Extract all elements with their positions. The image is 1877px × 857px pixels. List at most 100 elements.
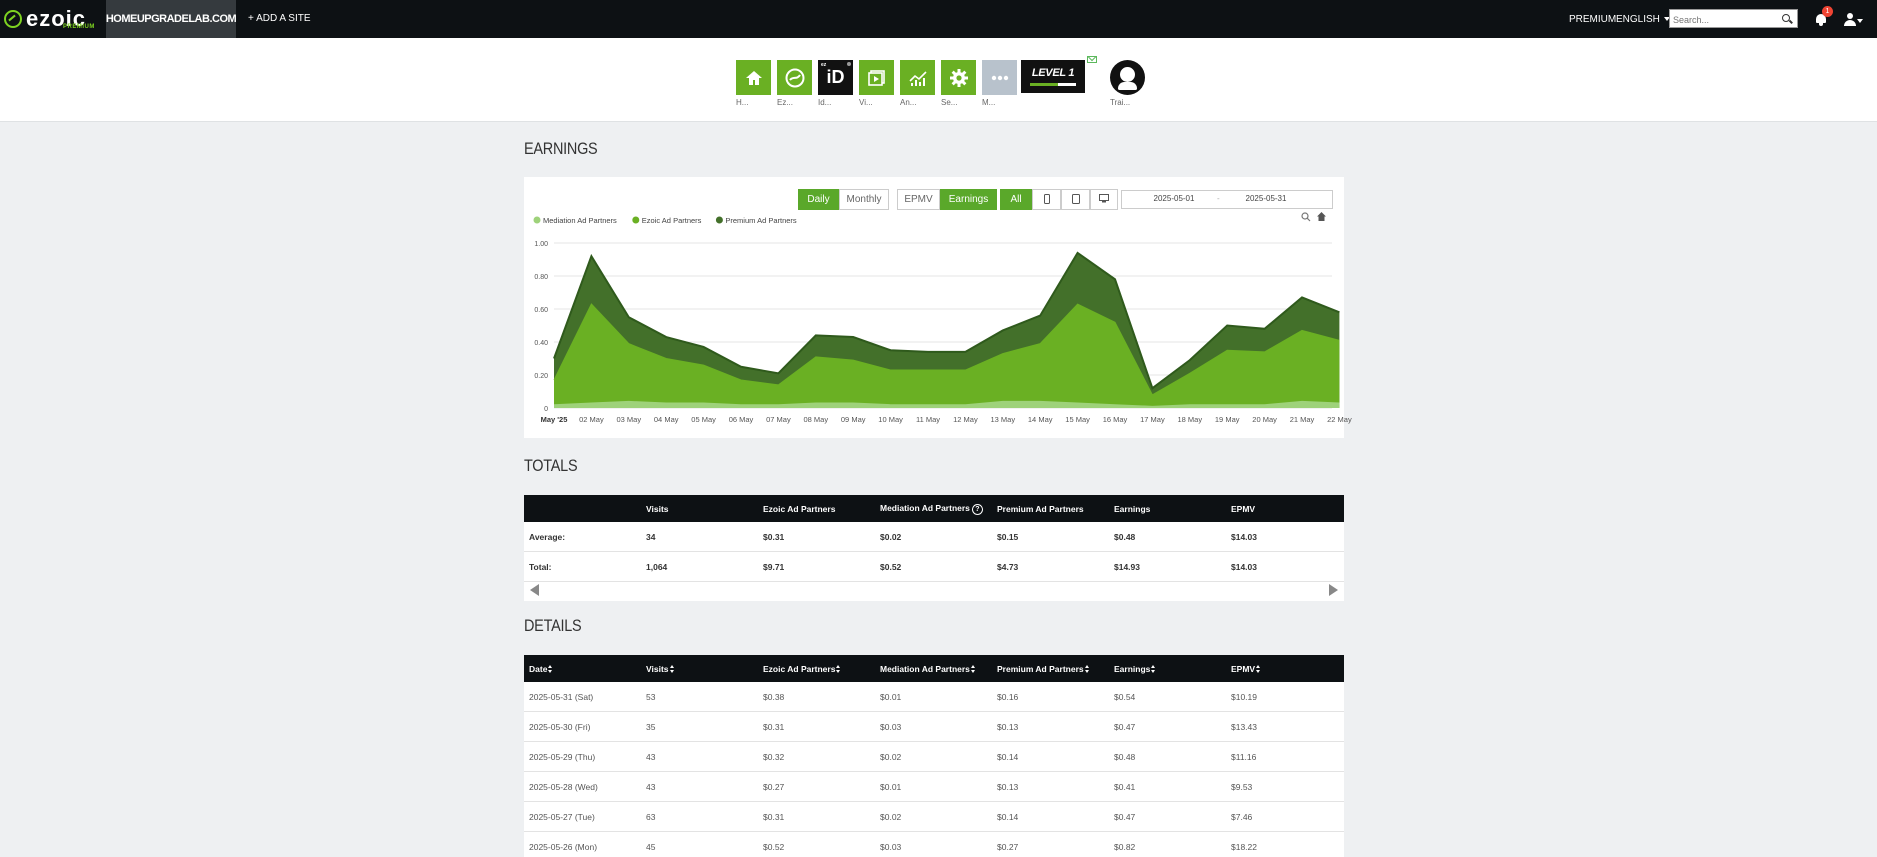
legend-label[interactable]: Ezoic Ad Partners bbox=[642, 216, 702, 225]
earnings-heading: EARNINGS bbox=[524, 139, 598, 158]
details-sort-header[interactable]: Visits bbox=[641, 655, 758, 682]
row-cell: $0.38 bbox=[758, 682, 875, 712]
app-identity[interactable]: ez iD Id... bbox=[818, 60, 853, 107]
y-tick-label: 1.00 bbox=[534, 241, 548, 248]
row-cell: $0.03 bbox=[875, 711, 992, 742]
details-sort-header[interactable]: Ezoic Ad Partners bbox=[758, 655, 875, 682]
app-label: Se... bbox=[941, 98, 958, 107]
row-cell: $0.13 bbox=[992, 771, 1109, 802]
app-ezoic[interactable]: Ez... bbox=[777, 60, 812, 107]
home-icon bbox=[745, 70, 762, 85]
totals-cell: $4.73 bbox=[992, 551, 1109, 582]
totals-cell: $0.48 bbox=[1109, 522, 1226, 552]
legend-label[interactable]: Premium Ad Partners bbox=[725, 216, 797, 225]
row-cell: $11.16 bbox=[1226, 741, 1344, 772]
totals-row: Average: 34 $0.31 $0.02 $0.15 $0.48 $14.03 bbox=[524, 522, 1344, 552]
premium-link[interactable]: PREMIUM bbox=[1569, 14, 1616, 25]
x-tick-label: 16 May bbox=[1103, 415, 1128, 424]
ezoic-swirl-icon bbox=[785, 68, 804, 87]
language-dropdown[interactable]: ENGLISH bbox=[1616, 14, 1670, 25]
legend-marker bbox=[632, 216, 640, 224]
row-cell: $18.22 bbox=[1226, 831, 1344, 857]
details-header-label: Ezoic Ad Partners bbox=[763, 663, 836, 674]
totals-table: Visits Ezoic Ad Partners Mediation Ad Pa… bbox=[524, 495, 1344, 582]
row-cell: $13.43 bbox=[1226, 711, 1344, 742]
app-settings[interactable]: Se... bbox=[941, 60, 976, 107]
ezoic-logo[interactable]: ezoic PREMIUM bbox=[4, 5, 94, 33]
row-cell: 45 bbox=[641, 831, 758, 857]
user-menu-icon[interactable] bbox=[1843, 13, 1863, 27]
level-badge[interactable]: LEVEL 1 bbox=[1021, 60, 1085, 93]
table-row: 2025-05-29 (Thu) 43 $0.32 $0.02 $0.14 $0.48 $1… bbox=[524, 741, 1344, 772]
app-trainer[interactable]: Trai... bbox=[1110, 60, 1145, 107]
x-tick-label: 21 May bbox=[1290, 415, 1315, 424]
app-home[interactable]: H... bbox=[736, 60, 771, 107]
table-row: 2025-05-26 (Mon) 45 $0.52 $0.03 $0.27 $0.82 $1… bbox=[524, 831, 1344, 857]
mail-icon[interactable] bbox=[1087, 56, 1097, 63]
row-cell: $7.46 bbox=[1226, 801, 1344, 832]
legend-marker bbox=[533, 216, 541, 224]
totals-header-epmv: EPMV bbox=[1226, 495, 1344, 522]
app-label: Trai... bbox=[1110, 98, 1131, 107]
x-tick-label: 06 May bbox=[729, 415, 754, 424]
row-cell: $9.53 bbox=[1226, 771, 1344, 802]
x-tick-label: 12 May bbox=[953, 415, 978, 424]
totals-cell: $14.03 bbox=[1226, 551, 1344, 582]
legend-marker bbox=[715, 216, 723, 224]
details-sort-header[interactable]: EPMV bbox=[1226, 655, 1344, 682]
totals-cell: 34 bbox=[641, 522, 758, 552]
legend-label[interactable]: Mediation Ad Partners bbox=[543, 216, 617, 225]
site-selector-tab[interactable]: HOMEUPGRADELAB.COM bbox=[106, 0, 237, 38]
y-tick-label: 0 bbox=[544, 406, 548, 413]
details-header-label: Visits bbox=[646, 663, 669, 674]
totals-cell: $14.03 bbox=[1226, 522, 1344, 552]
details-sort-header[interactable]: Earnings bbox=[1109, 655, 1226, 682]
app-label: Vi... bbox=[859, 98, 873, 107]
totals-header-premium: Premium Ad Partners bbox=[992, 495, 1109, 522]
totals-header-row: Visits Ezoic Ad Partners Mediation Ad Pa… bbox=[524, 495, 1344, 522]
search-box bbox=[1669, 9, 1798, 29]
app-launcher-bar: H... Ez... ez iD Id... Vi... An... Se... … bbox=[0, 38, 1877, 122]
x-tick-label: 03 May bbox=[616, 415, 641, 424]
scroll-left-arrow-icon[interactable] bbox=[530, 584, 539, 596]
row-cell: 53 bbox=[641, 682, 758, 712]
totals-cell: 1,064 bbox=[641, 551, 758, 582]
row-cell: 43 bbox=[641, 771, 758, 802]
analytics-icon bbox=[908, 70, 927, 86]
row-cell: $0.31 bbox=[758, 801, 875, 832]
app-label: Id... bbox=[818, 98, 832, 107]
row-cell: $0.41 bbox=[1109, 771, 1226, 802]
app-label: Ez... bbox=[777, 98, 794, 107]
scroll-right-arrow-icon[interactable] bbox=[1329, 584, 1338, 596]
trainer-avatar bbox=[1110, 60, 1145, 95]
search-input[interactable] bbox=[1670, 11, 1776, 29]
details-sort-header[interactable]: Mediation Ad Partners bbox=[875, 655, 992, 682]
row-cell: $0.01 bbox=[875, 771, 992, 802]
app-more[interactable]: M... bbox=[982, 60, 1017, 107]
row-date: 2025-05-28 (Wed) bbox=[524, 771, 641, 802]
app-video[interactable]: Vi... bbox=[859, 60, 894, 107]
x-tick-label: 08 May bbox=[803, 415, 828, 424]
language-label: ENGLISH bbox=[1616, 14, 1660, 25]
help-icon[interactable]: ? bbox=[971, 503, 983, 515]
sort-icon bbox=[1256, 665, 1261, 674]
search-icon[interactable] bbox=[1782, 14, 1790, 22]
details-sort-header[interactable]: Premium Ad Partners bbox=[992, 655, 1109, 682]
x-tick-label: 05 May bbox=[691, 415, 716, 424]
app-analytics[interactable]: An... bbox=[900, 60, 935, 107]
details-sort-header[interactable]: Date bbox=[524, 655, 641, 682]
row-cell: $0.14 bbox=[992, 741, 1109, 772]
add-site-link[interactable]: + ADD A SITE bbox=[248, 13, 311, 24]
details-header-label: Earnings bbox=[1114, 663, 1151, 674]
details-heading: DETAILS bbox=[524, 616, 582, 635]
row-cell: $0.27 bbox=[758, 771, 875, 802]
x-tick-label: 09 May bbox=[841, 415, 866, 424]
y-tick-label: 0.20 bbox=[534, 373, 548, 380]
totals-cell: $9.71 bbox=[758, 551, 875, 582]
row-cell: $10.19 bbox=[1226, 682, 1344, 712]
y-tick-label: 0.40 bbox=[534, 340, 548, 347]
gear-icon bbox=[949, 68, 968, 87]
x-tick-label: 11 May bbox=[916, 415, 940, 424]
totals-cell: $14.93 bbox=[1109, 551, 1226, 582]
totals-header-visits: Visits bbox=[641, 495, 758, 522]
